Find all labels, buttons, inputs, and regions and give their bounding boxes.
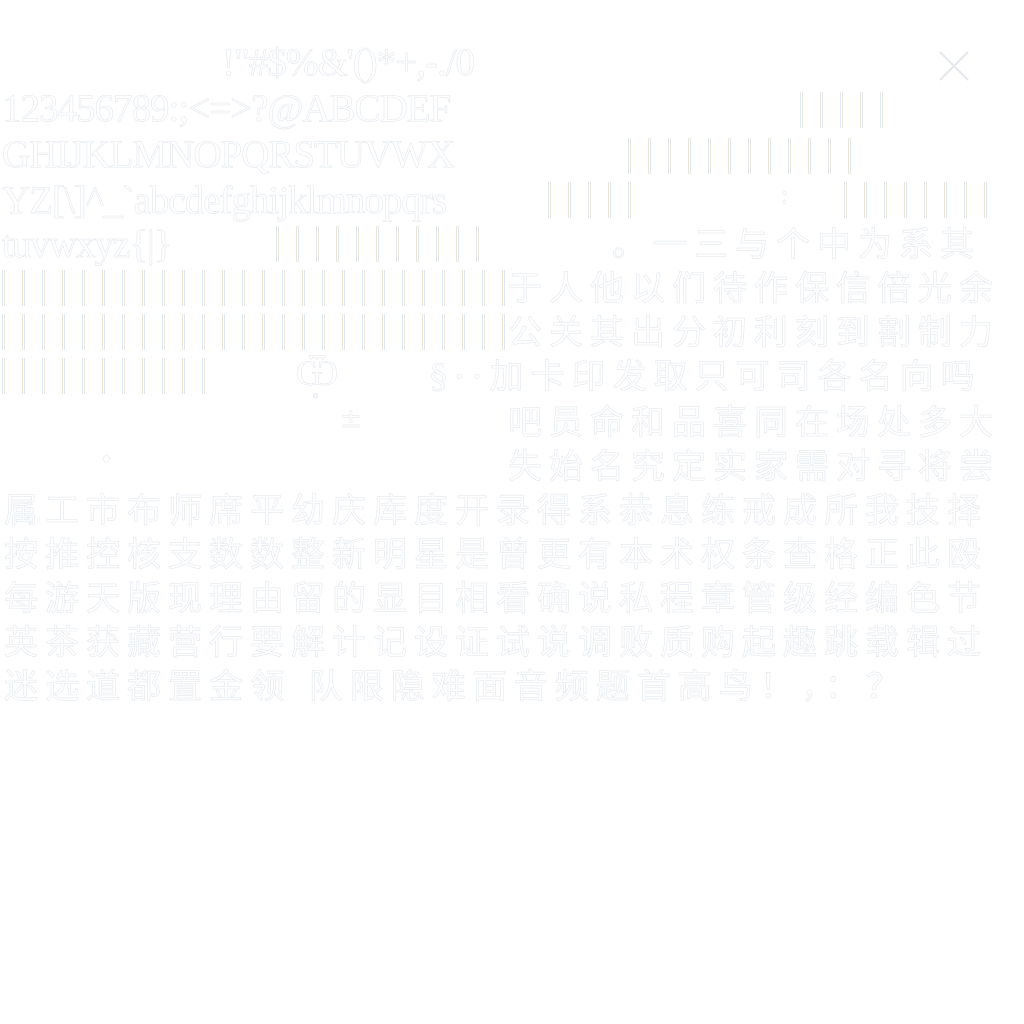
cjk-row-7: 属工市布师席平幼庆库度开录得系恭息练戒成所我技择 <box>4 491 988 532</box>
colon-glyph: : <box>780 180 789 211</box>
cjk-row-5: 吧员命和品喜同在场处多大 <box>508 403 1000 444</box>
glyph-atlas: !"#$%&'()*+,-./0 123456789:;<=>?@ABCDEF … <box>0 0 1024 1024</box>
close-icon[interactable] <box>934 46 974 86</box>
cjk-row-10: 英茶获藏营行要解计记设证试说调败质购起趣跳载辑过 <box>4 623 988 664</box>
omega-glyph: Ѿ <box>296 353 339 395</box>
latin-row-2: 123456789:;<=>?@ABCDEF <box>2 87 452 131</box>
plusminus-glyph: ± <box>340 404 362 435</box>
cjk-row-1: 。一三与个中为系其 <box>612 225 981 266</box>
latin-row-4: YZ[\]^_`abcdefghijklmnopqrs <box>2 179 448 223</box>
cjk-row-8: 按推控核支数数整新明星是曾更有本术权条查格正此殴 <box>4 535 988 576</box>
cjk-row-4: §··加卡印发取只可司各名向吗 <box>430 357 982 398</box>
degree-glyph: ° <box>312 392 320 409</box>
cjk-row-11: 迷选道都置金领 队限隐难面音频题首高鸟！，：？ <box>4 667 907 708</box>
cjk-row-6: 失始名究定实家需对寻将尝 <box>508 447 1000 488</box>
latin-row-1: !"#$%&'()*+,-./0 <box>222 41 476 85</box>
latin-row-3: GHIJKLMNOPQRSTUVWX <box>2 133 456 177</box>
cjk-row-2: 于人他以们待作保信倍光余 <box>508 269 1000 310</box>
dot-glyph: • <box>100 448 114 474</box>
cjk-row-3: 公关其出分初利刻到割制力 <box>508 313 1000 354</box>
cjk-row-9: 每游天版现理由留的显目相看确说私程章管级经编色节 <box>4 579 988 620</box>
